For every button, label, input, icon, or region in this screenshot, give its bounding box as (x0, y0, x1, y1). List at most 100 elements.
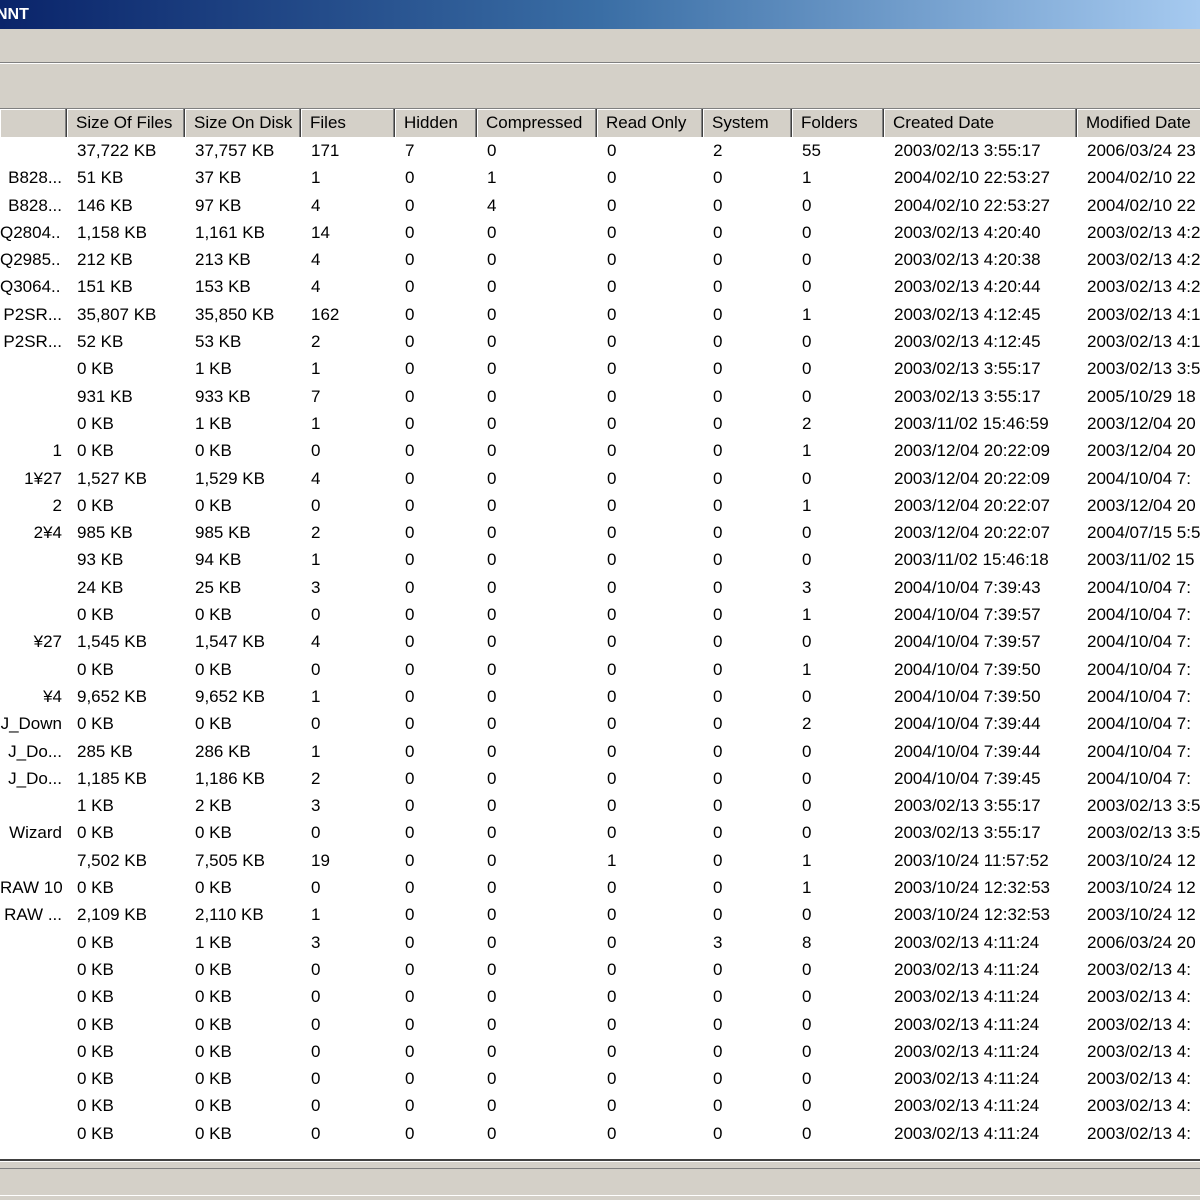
cell-size-files: 1,158 KB (77, 222, 147, 242)
table-row[interactable]: ¥4 9,652 KB 9,652 KB 1 0 0 0 0 0 2004/10/04 7:39:… (0, 683, 1200, 710)
table-row[interactable]: 0 KB 1 KB 1 0 0 0 0 2 2003/11/02 15:46:59 2003/12… (0, 410, 1200, 437)
cell-read-only: 0 (607, 523, 617, 543)
cell-system: 0 (713, 250, 723, 270)
cell-files: 1 (311, 359, 321, 379)
table-row[interactable]: 1 0 KB 0 KB 0 0 0 0 0 1 2003/12/04 20:22:09 2003/1… (0, 437, 1200, 464)
table-row[interactable]: 0 KB 0 KB 0 0 0 0 0 1 2004/10/04 7:39:57 2004/10/… (0, 601, 1200, 628)
cell-folders: 2 (802, 413, 812, 433)
table-row[interactable]: B828... 51 KB 37 KB 1 0 1 0 0 1 2004/02/10 22:53:… (0, 164, 1200, 191)
cell-size-disk: 0 KB (195, 714, 232, 734)
table-row[interactable]: 0 KB 0 KB 0 0 0 0 0 0 2003/02/13 4:11:24 2003/02/… (0, 1092, 1200, 1119)
table-row[interactable]: 931 KB 933 KB 7 0 0 0 0 0 2003/02/13 3:55:17 2005… (0, 383, 1200, 410)
status-pane (0, 1168, 1200, 1196)
cell-read-only: 0 (607, 905, 617, 925)
folder-size-list[interactable]: Size Of Files Size On Disk Files Hidden Comp… (0, 109, 1200, 1161)
cell-folders: 3 (802, 577, 812, 597)
cell-read-only: 0 (607, 605, 617, 625)
cell-modified: 2004/10/04 7: (1087, 768, 1191, 788)
table-row[interactable]: 0 KB 0 KB 0 0 0 0 0 0 2003/02/13 4:11:24 2003/02/… (0, 1120, 1200, 1147)
table-row[interactable]: 1¥27 1,527 KB 1,529 KB 4 0 0 0 0 0 2003/12/04 20:… (0, 465, 1200, 492)
cell-files: 162 (311, 304, 340, 324)
cell-hidden: 0 (405, 932, 415, 952)
table-row[interactable]: 0 KB 0 KB 0 0 0 0 0 0 2003/02/13 4:11:24 2003/02/… (0, 1038, 1200, 1065)
table-row[interactable]: 37,722 KB 37,757 KB 171 7 0 0 2 55 2003/02/13 3:… (0, 137, 1200, 164)
cell-name: P2SR... (3, 304, 62, 324)
cell-system: 0 (713, 1069, 723, 1089)
table-row[interactable]: J_Do... 1,185 KB 1,186 KB 2 0 0 0 0 0 2004/10/04 … (0, 765, 1200, 792)
cell-name: ¥4 (43, 686, 62, 706)
cell-modified: 2003/02/13 4: (1087, 1041, 1191, 1061)
column-header-compressed[interactable]: Compressed (477, 109, 597, 137)
table-row[interactable]: 0 KB 0 KB 0 0 0 0 0 0 2003/02/13 4:11:24 2003/02/… (0, 983, 1200, 1010)
table-row[interactable]: 0 KB 0 KB 0 0 0 0 0 0 2003/02/13 4:11:24 2003/02/… (0, 1011, 1200, 1038)
cell-size-files: 0 KB (77, 932, 114, 952)
table-row[interactable]: 0 KB 0 KB 0 0 0 0 0 1 2004/10/04 7:39:50 2004/10/… (0, 656, 1200, 683)
cell-created: 2003/02/13 3:55:17 (894, 386, 1041, 406)
column-header-folders[interactable]: Folders (792, 109, 884, 137)
cell-read-only: 0 (607, 577, 617, 597)
cell-hidden: 0 (405, 987, 415, 1007)
cell-created: 2003/12/04 20:22:09 (894, 468, 1050, 488)
table-row[interactable]: RAW ... 2,109 KB 2,110 KB 1 0 0 0 0 0 2003/10/24 … (0, 901, 1200, 928)
cell-size-files: 0 KB (77, 1014, 114, 1034)
column-header-files[interactable]: Files (301, 109, 395, 137)
cell-name: RAW ... (4, 905, 62, 925)
cell-read-only: 0 (607, 168, 617, 188)
cell-read-only: 0 (607, 1069, 617, 1089)
cell-compressed: 0 (487, 850, 497, 870)
table-row[interactable]: B828... 146 KB 97 KB 4 0 4 0 0 0 2004/02/10 22:53… (0, 192, 1200, 219)
table-row[interactable]: 1 KB 2 KB 3 0 0 0 0 0 2003/02/13 3:55:17 2003/02/… (0, 792, 1200, 819)
cell-read-only: 0 (607, 878, 617, 898)
cell-size-disk: 0 KB (195, 1041, 232, 1061)
table-row[interactable]: Q2985... 212 KB 213 KB 4 0 0 0 0 0 2003/02/13 4:2… (0, 246, 1200, 273)
cell-files: 3 (311, 577, 321, 597)
table-row[interactable]: 0 KB 1 KB 1 0 0 0 0 0 2003/02/13 3:55:17 2003/02/… (0, 355, 1200, 382)
table-row[interactable]: J_Down 0 KB 0 KB 0 0 0 0 0 2 2004/10/04 7:39:44 20… (0, 710, 1200, 737)
cell-modified: 2004/10/04 7: (1087, 686, 1191, 706)
cell-modified: 2003/10/24 12 (1087, 905, 1196, 925)
table-row[interactable]: 2¥4 985 KB 985 KB 2 0 0 0 0 0 2003/12/04 20:22:07… (0, 519, 1200, 546)
table-row[interactable]: 24 KB 25 KB 3 0 0 0 0 3 2004/10/04 7:39:43 2004/1… (0, 574, 1200, 601)
table-row[interactable]: P2SR... 52 KB 53 KB 2 0 0 0 0 0 2003/02/13 4:12:4… (0, 328, 1200, 355)
cell-compressed: 0 (487, 932, 497, 952)
column-header-hidden[interactable]: Hidden (395, 109, 477, 137)
column-header-name[interactable] (0, 109, 67, 137)
cell-size-files: 0 KB (77, 495, 114, 515)
cell-system: 0 (713, 304, 723, 324)
cell-files: 4 (311, 277, 321, 297)
cell-hidden: 0 (405, 550, 415, 570)
column-header-modified[interactable]: Modified Date (1077, 109, 1200, 137)
table-row[interactable]: RAW 10 0 KB 0 KB 0 0 0 0 0 1 2003/10/24 12:32:53 2… (0, 874, 1200, 901)
title-bar[interactable]: NNT (0, 0, 1200, 29)
cell-modified: 2003/02/13 4:2 (1087, 250, 1200, 270)
table-row[interactable]: P2SR... 35,807 KB 35,850 KB 162 0 0 0 0 1 2003/02… (0, 301, 1200, 328)
table-row[interactable]: 0 KB 0 KB 0 0 0 0 0 0 2003/02/13 4:11:24 2003/02/… (0, 956, 1200, 983)
cell-modified: 2003/12/04 20 (1087, 441, 1196, 461)
column-header-system[interactable]: System (703, 109, 792, 137)
cell-compressed: 0 (487, 304, 497, 324)
table-row[interactable]: Q2804... 1,158 KB 1,161 KB 14 0 0 0 0 0 2003/02/1… (0, 219, 1200, 246)
cell-compressed: 0 (487, 359, 497, 379)
cell-hidden: 0 (405, 959, 415, 979)
cell-folders: 0 (802, 222, 812, 242)
column-header-read-only[interactable]: Read Only (597, 109, 703, 137)
cell-name: Wizard (9, 823, 62, 843)
table-row[interactable]: 2 0 KB 0 KB 0 0 0 0 0 1 2003/12/04 20:22:07 2003/1… (0, 492, 1200, 519)
cell-size-files: 35,807 KB (77, 304, 157, 324)
table-row[interactable]: J_Do... 285 KB 286 KB 1 0 0 0 0 0 2004/10/04 7:39… (0, 738, 1200, 765)
table-row[interactable]: ¥27 1,545 KB 1,547 KB 4 0 0 0 0 0 2004/10/04 7:39… (0, 628, 1200, 655)
column-header-size-disk[interactable]: Size On Disk (185, 109, 301, 137)
cell-size-disk: 0 KB (195, 441, 232, 461)
table-row[interactable]: 0 KB 0 KB 0 0 0 0 0 0 2003/02/13 4:11:24 2003/02/… (0, 1065, 1200, 1092)
column-header-size-files[interactable]: Size Of Files (67, 109, 185, 137)
cell-created: 2003/12/04 20:22:07 (894, 495, 1050, 515)
table-row[interactable]: 0 KB 1 KB 3 0 0 0 3 8 2003/02/13 4:11:24 2006/03/… (0, 929, 1200, 956)
column-header-created[interactable]: Created Date (884, 109, 1077, 137)
table-row[interactable]: 93 KB 94 KB 1 0 0 0 0 0 2003/11/02 15:46:18 2003/… (0, 546, 1200, 573)
cell-read-only: 0 (607, 550, 617, 570)
table-row[interactable]: Wizard 0 KB 0 KB 0 0 0 0 0 0 2003/02/13 3:55:17 20… (0, 819, 1200, 846)
table-row[interactable]: Q3064... 151 KB 153 KB 4 0 0 0 0 0 2003/02/13 4:2… (0, 273, 1200, 300)
table-row[interactable]: 7,502 KB 7,505 KB 19 0 0 1 0 1 2003/10/24 11:57:… (0, 847, 1200, 874)
cell-size-disk: 286 KB (195, 741, 251, 761)
cell-compressed: 0 (487, 741, 497, 761)
